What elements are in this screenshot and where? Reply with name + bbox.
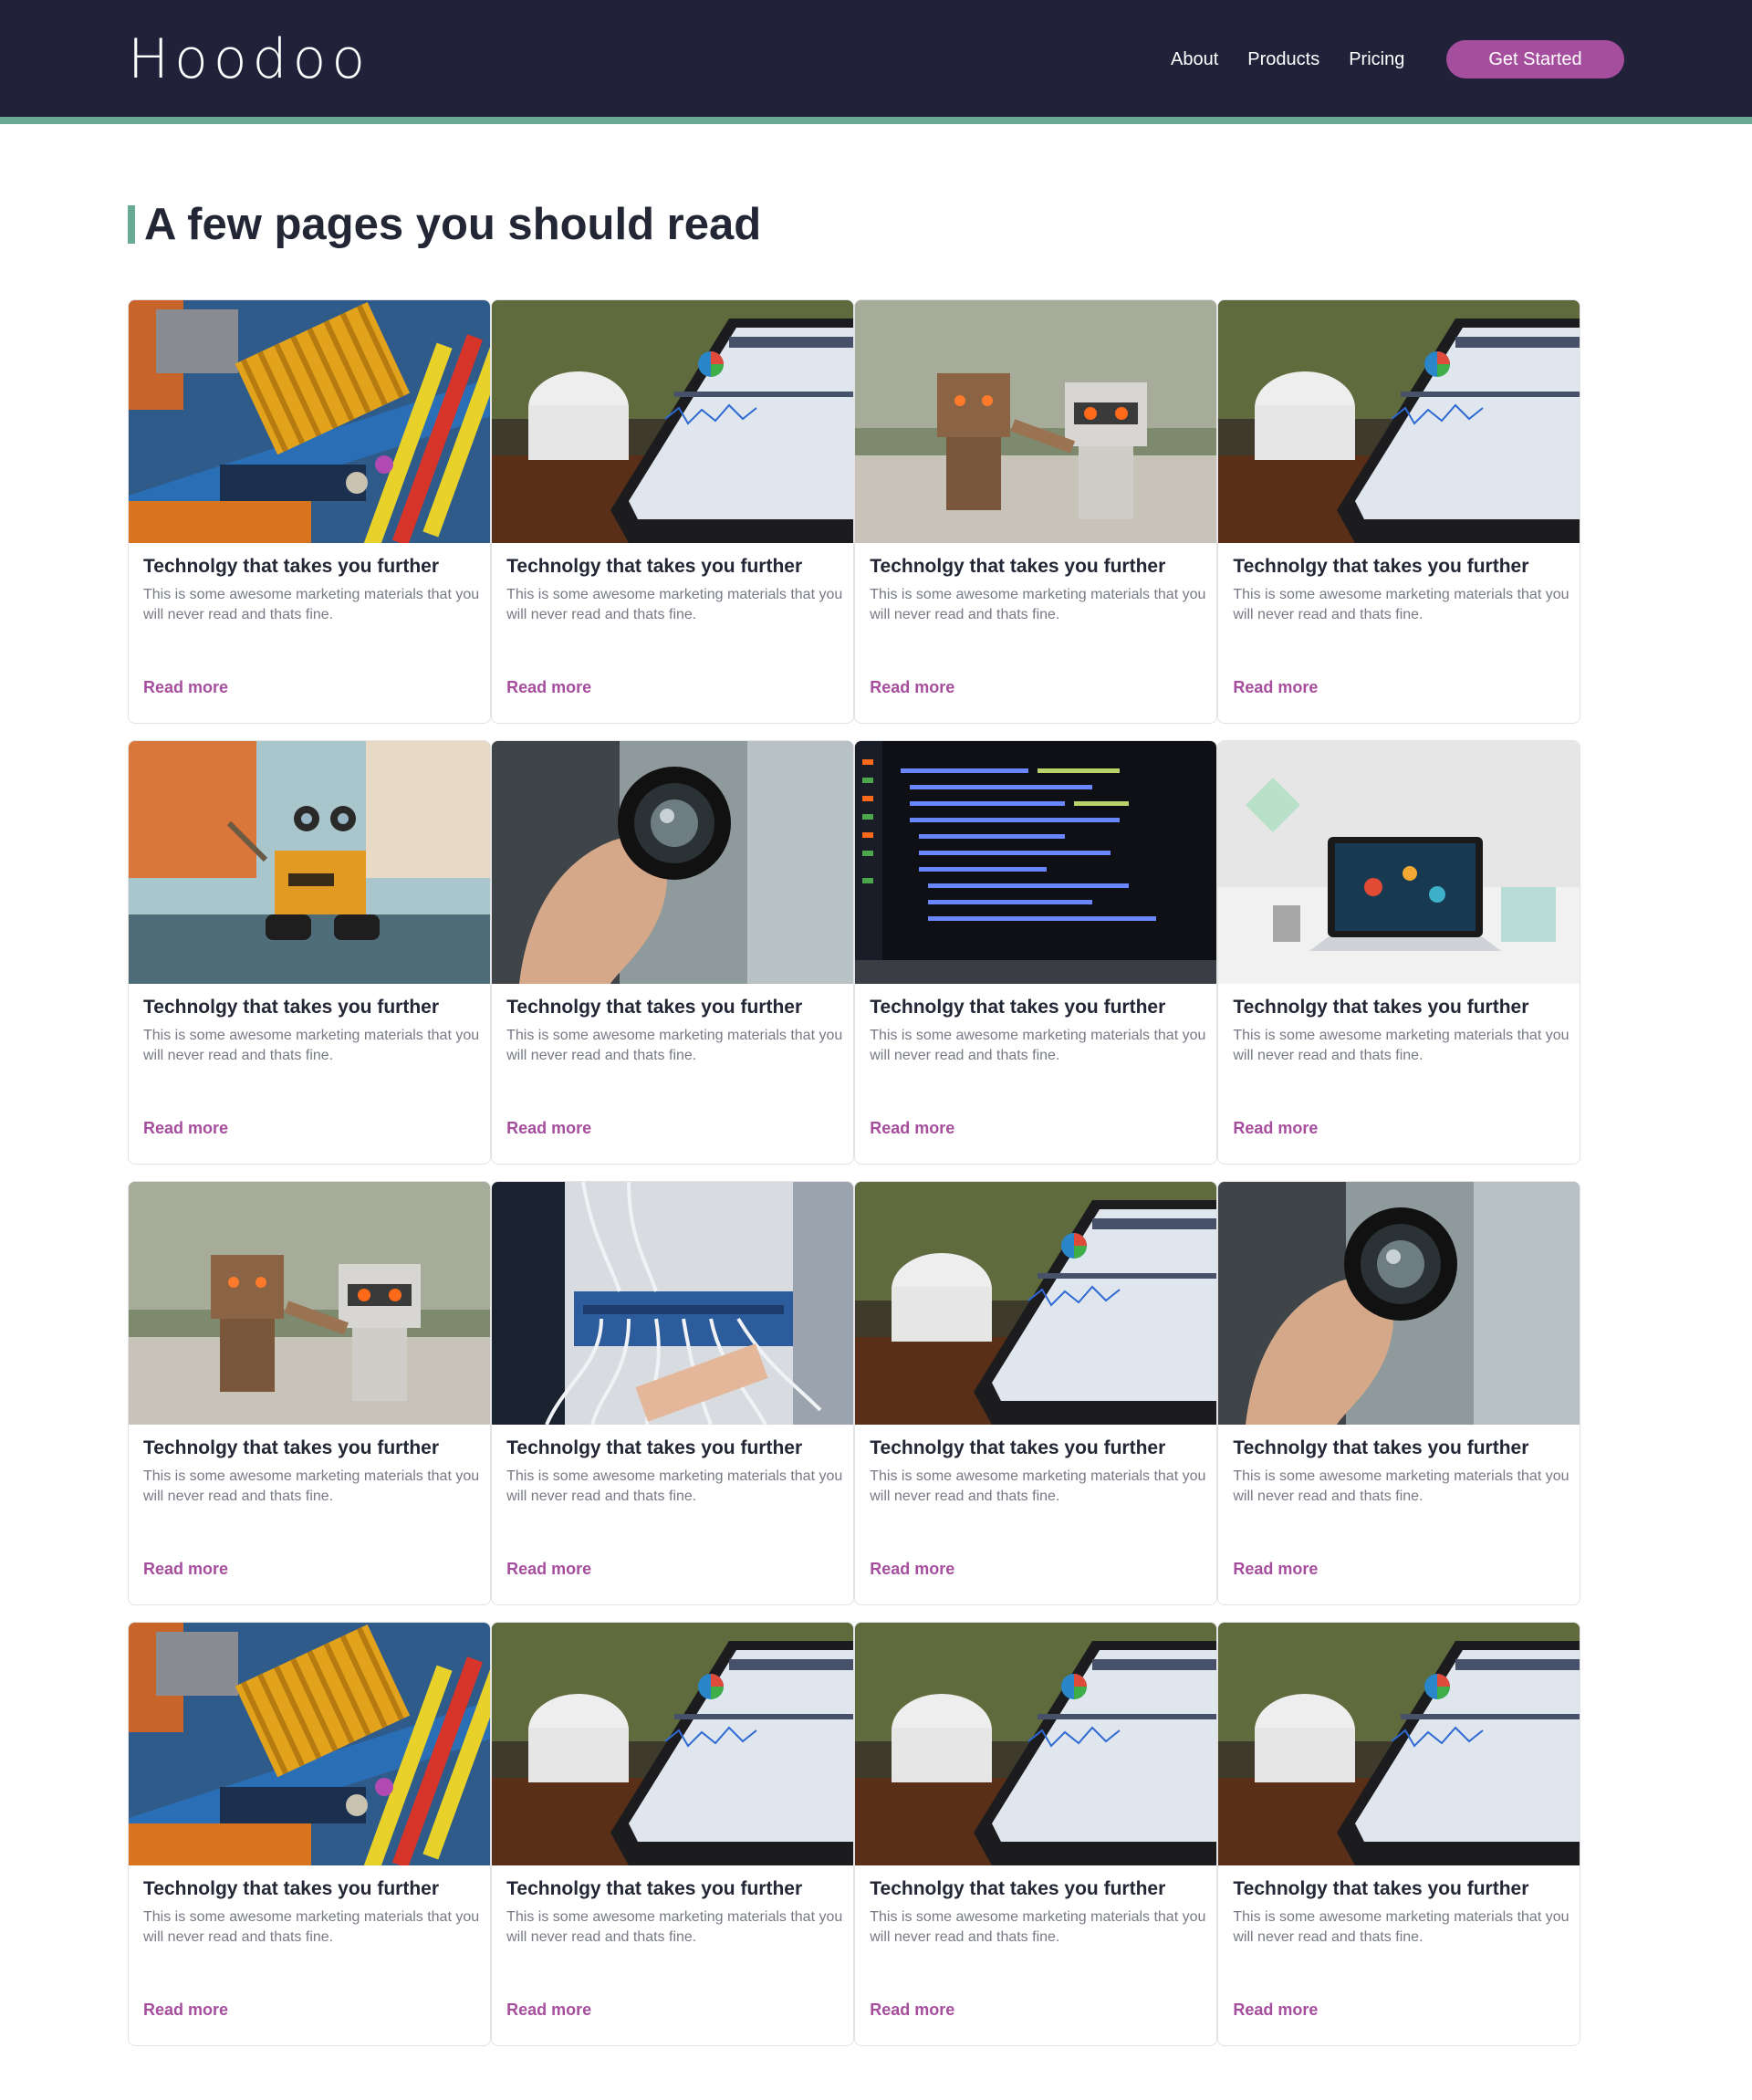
site-header: Hoodoo About Products Pricing Get Starte… (0, 0, 1752, 117)
read-more-link[interactable]: Read more (1233, 1119, 1318, 1138)
card-image[interactable] (855, 1622, 1217, 1865)
card-description: This is some awesome marketing materials… (506, 587, 843, 622)
card-image[interactable] (855, 740, 1217, 984)
section-heading: A few pages you should read (128, 197, 761, 252)
read-more-link[interactable]: Read more (506, 1560, 591, 1579)
read-more-link[interactable]: Read more (143, 678, 228, 697)
article-card[interactable]: Technolgy that takes you further This is … (491, 1621, 855, 2046)
article-card[interactable]: Technolgy that takes you further This is … (854, 299, 1218, 724)
card-image[interactable] (492, 740, 854, 984)
read-more-link[interactable]: Read more (870, 1560, 954, 1579)
card-title: Technolgy that takes you further (870, 1877, 1166, 1899)
card-title: Technolgy that takes you further (1233, 1437, 1529, 1458)
read-more-link[interactable]: Read more (1233, 678, 1318, 697)
card-title: Technolgy that takes you further (506, 996, 803, 1018)
article-card[interactable]: Technolgy that takes you further This is … (491, 739, 855, 1165)
get-started-button[interactable]: Get Started (1446, 40, 1624, 78)
card-description: This is some awesome marketing materials… (143, 1468, 480, 1504)
card-title: Technolgy that takes you further (506, 1877, 803, 1899)
card-image[interactable] (129, 740, 490, 984)
card-description: This is some awesome marketing materials… (1233, 1908, 1570, 1945)
card-title: Technolgy that takes you further (143, 996, 439, 1018)
card-image[interactable] (129, 1622, 490, 1865)
card-title: Technolgy that takes you further (870, 996, 1166, 1018)
card-image[interactable] (129, 300, 490, 543)
read-more-link[interactable]: Read more (870, 678, 954, 697)
article-card[interactable]: Technolgy that takes you further This is … (128, 739, 491, 1165)
card-image[interactable] (1218, 740, 1580, 984)
article-card[interactable]: Technolgy that takes you further This is … (128, 1180, 491, 1605)
article-card[interactable]: Technolgy that takes you further This is … (1217, 739, 1581, 1165)
page-title: A few pages you should read (144, 200, 762, 249)
card-description: This is some awesome marketing materials… (870, 1468, 1206, 1504)
article-card[interactable]: Technolgy that takes you further This is … (854, 1180, 1218, 1605)
article-card[interactable]: Technolgy that takes you further This is … (854, 1621, 1218, 2046)
main-nav: About Products Pricing (1171, 40, 1434, 78)
card-description: This is some awesome marketing materials… (1233, 1468, 1570, 1504)
article-card[interactable]: Technolgy that takes you further This is … (491, 299, 855, 724)
card-title: Technolgy that takes you further (506, 1437, 803, 1458)
card-description: This is some awesome marketing materials… (1233, 587, 1570, 622)
card-title: Technolgy that takes you further (143, 1877, 439, 1899)
card-description: This is some awesome marketing materials… (506, 1908, 843, 1945)
read-more-link[interactable]: Read more (143, 2001, 228, 2020)
header-accent-stripe (0, 117, 1752, 124)
card-image[interactable] (129, 1181, 490, 1425)
read-more-link[interactable]: Read more (506, 678, 591, 697)
card-image[interactable] (492, 300, 854, 543)
read-more-link[interactable]: Read more (143, 1119, 228, 1138)
read-more-link[interactable]: Read more (870, 2001, 954, 2020)
article-card[interactable]: Technolgy that takes you further This is … (1217, 1180, 1581, 1605)
card-description: This is some awesome marketing materials… (870, 1908, 1206, 1945)
card-title: Technolgy that takes you further (1233, 996, 1529, 1018)
card-description: This is some awesome marketing materials… (506, 1468, 843, 1504)
read-more-link[interactable]: Read more (506, 2001, 591, 2020)
card-description: This is some awesome marketing materials… (1233, 1027, 1570, 1063)
card-image[interactable] (492, 1622, 854, 1865)
card-image[interactable] (1218, 1622, 1580, 1865)
card-image[interactable] (1218, 1181, 1580, 1425)
hoodoo-logo[interactable]: Hoodoo (128, 27, 370, 91)
article-card[interactable]: Technolgy that takes you further This is … (854, 739, 1218, 1165)
read-more-link[interactable]: Read more (870, 1119, 954, 1138)
card-description: This is some awesome marketing materials… (143, 1908, 480, 1945)
card-title: Technolgy that takes you further (506, 556, 803, 577)
card-description: This is some awesome marketing materials… (870, 1027, 1206, 1063)
card-title: Technolgy that takes you further (143, 556, 439, 577)
card-image[interactable] (1218, 300, 1580, 543)
card-title: Technolgy that takes you further (1233, 556, 1529, 577)
article-card[interactable]: Technolgy that takes you further This is … (128, 299, 491, 724)
read-more-link[interactable]: Read more (1233, 2001, 1318, 2020)
card-title: Technolgy that takes you further (143, 1437, 439, 1458)
card-description: This is some awesome marketing materials… (506, 1027, 843, 1063)
card-image[interactable] (855, 300, 1217, 543)
card-title: Technolgy that takes you further (1233, 1877, 1529, 1899)
article-card[interactable]: Technolgy that takes you further This is … (1217, 299, 1581, 724)
card-image[interactable] (492, 1181, 854, 1425)
read-more-link[interactable]: Read more (143, 1560, 228, 1579)
article-card[interactable]: Technolgy that takes you further This is … (128, 1621, 491, 2046)
heading-accent-bar (128, 205, 135, 244)
card-description: This is some awesome marketing materials… (870, 587, 1206, 622)
card-description: This is some awesome marketing materials… (143, 587, 480, 622)
nav-link-about[interactable]: About (1171, 49, 1218, 70)
card-image[interactable] (855, 1181, 1217, 1425)
read-more-link[interactable]: Read more (1233, 1560, 1318, 1579)
read-more-link[interactable]: Read more (506, 1119, 591, 1138)
card-title: Technolgy that takes you further (870, 1437, 1166, 1458)
article-card[interactable]: Technolgy that takes you further This is … (491, 1180, 855, 1605)
article-card[interactable]: Technolgy that takes you further This is … (1217, 1621, 1581, 2046)
card-description: This is some awesome marketing materials… (143, 1027, 480, 1063)
nav-link-pricing[interactable]: Pricing (1349, 49, 1404, 70)
nav-link-products[interactable]: Products (1247, 49, 1319, 70)
card-title: Technolgy that takes you further (870, 556, 1166, 577)
